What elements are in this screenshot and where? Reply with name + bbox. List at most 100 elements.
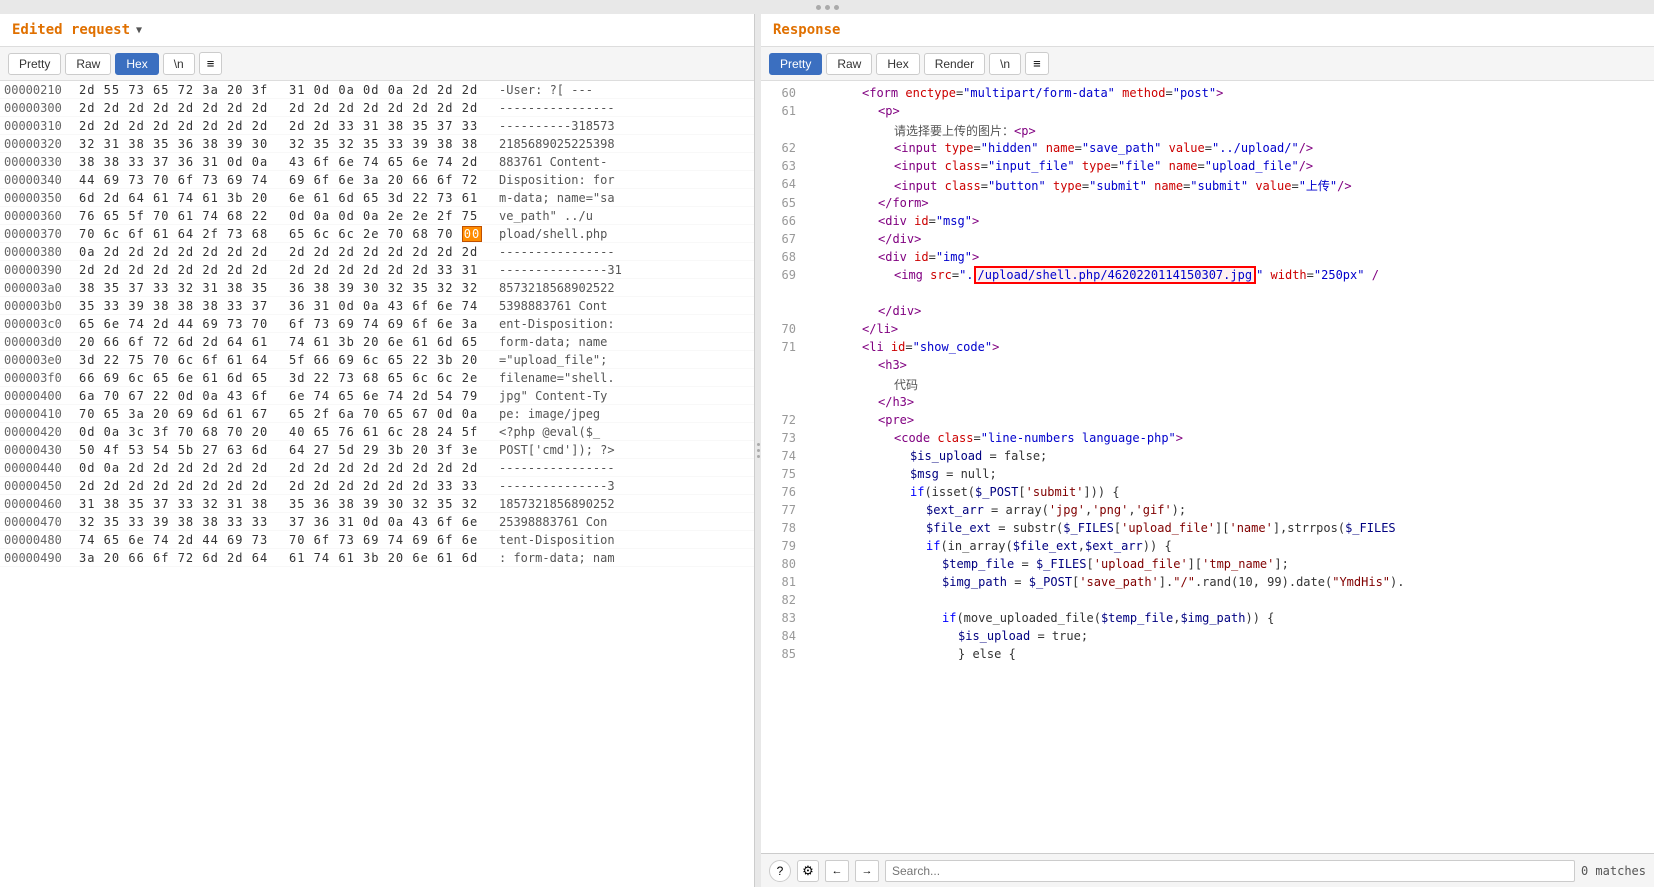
hex-text: pe: image/jpeg [499,407,750,421]
code-line: 60<form enctype="multipart/form-data" me… [761,85,1654,103]
line-content: <li id="show_code"> [806,340,1654,356]
hex-bytes-right: 6f 73 69 74 69 6f 6e 3a [289,317,499,331]
hex-bytes-left: 76 65 5f 70 61 74 68 22 [79,209,289,223]
code-line: 64<input class="button" type="submit" na… [761,176,1654,195]
search-input[interactable] [885,860,1575,882]
line-content: $file_ext = substr($_FILES['upload_file'… [806,521,1654,537]
line-content: $msg = null; [806,467,1654,483]
hex-bytes-right: 32 35 32 35 33 39 38 38 [289,137,499,151]
hex-addr: 00000330 [4,155,79,169]
hex-bytes-right: 2d 2d 2d 2d 2d 2d 33 31 [289,263,499,277]
hex-highlight-byte: 00 [462,226,482,242]
line-number: 76 [761,485,806,501]
hex-row: 0000047032 35 33 39 38 38 33 3337 36 31 … [0,513,754,531]
left-tab-hex[interactable]: Hex [115,53,158,75]
line-number: 78 [761,521,806,537]
line-number: 61 [761,104,806,120]
hex-bytes-right: 35 36 38 39 30 32 35 32 [289,497,499,511]
right-tab-hex[interactable]: Hex [876,53,919,75]
right-toolbar: Pretty Raw Hex Render \n ≡ [761,47,1654,81]
right-menu-btn[interactable]: ≡ [1025,52,1049,75]
code-line: 85} else { [761,646,1654,664]
hex-addr: 000003c0 [4,317,79,331]
left-toolbar: Pretty Raw Hex \n ≡ [0,47,754,81]
hex-addr: 00000400 [4,389,79,403]
hex-addr: 00000340 [4,173,79,187]
left-tab-raw[interactable]: Raw [65,53,111,75]
line-number [761,358,806,374]
hex-addr: 000003e0 [4,353,79,367]
main-container: Edited request ▼ Pretty Raw Hex \n ≡ 000… [0,14,1654,887]
right-tab-pretty[interactable]: Pretty [769,53,822,75]
hex-bytes-left: 70 65 3a 20 69 6d 61 67 [79,407,289,421]
line-content: <div id="img"> [806,250,1654,266]
hex-addr: 00000480 [4,533,79,547]
line-number: 81 [761,575,806,591]
line-number: 77 [761,503,806,519]
line-number: 84 [761,629,806,645]
hex-bytes-left: 66 69 6c 65 6e 61 6d 65 [79,371,289,385]
line-content: <code class="line-numbers language-php"> [806,431,1654,447]
left-menu-btn[interactable]: ≡ [199,52,223,75]
left-tab-newline[interactable]: \n [163,53,195,75]
line-content: <input class="button" type="submit" name… [806,177,1654,194]
line-number: 85 [761,647,806,663]
hex-bytes-left: 3a 20 66 6f 72 6d 2d 64 [79,551,289,565]
line-content: </li> [806,322,1654,338]
code-line: 73<code class="line-numbers language-php… [761,430,1654,448]
hex-text: ---------------- [499,101,750,115]
hex-addr: 00000460 [4,497,79,511]
hex-content[interactable]: 000002102d 55 73 65 72 3a 20 3f31 0d 0a … [0,81,754,887]
hex-row: 000004903a 20 66 6f 72 6d 2d 6461 74 61 … [0,549,754,567]
hex-addr: 00000450 [4,479,79,493]
hex-addr: 000003f0 [4,371,79,385]
line-number: 72 [761,413,806,429]
code-line: 65</form> [761,195,1654,213]
right-tab-newline[interactable]: \n [989,53,1021,75]
hex-row: 000003506d 2d 64 61 74 61 3b 206e 61 6d … [0,189,754,207]
hex-bytes-right: 2d 2d 33 31 38 35 37 33 [289,119,499,133]
line-content: <pre> [806,413,1654,429]
line-number: 79 [761,539,806,555]
prev-match-button[interactable]: ← [825,860,849,882]
panel-divider[interactable] [755,14,761,887]
hex-addr: 00000380 [4,245,79,259]
hex-row: 0000032032 31 38 35 36 38 39 3032 35 32 … [0,135,754,153]
line-content: <input type="hidden" name="save_path" va… [806,141,1654,157]
right-tab-render[interactable]: Render [924,53,985,75]
hex-bytes-left: 38 35 37 33 32 31 38 35 [79,281,289,295]
line-number: 66 [761,214,806,230]
code-line: </h3> [761,394,1654,412]
top-dots [816,5,839,10]
hex-row: 000004006a 70 67 22 0d 0a 43 6f6e 74 65 … [0,387,754,405]
hex-addr: 00000350 [4,191,79,205]
line-content: <input class="input_file" type="file" na… [806,159,1654,175]
response-content[interactable]: 60<form enctype="multipart/form-data" me… [761,81,1654,853]
code-line: 81$img_path = $_POST['save_path']."/".ra… [761,574,1654,592]
hex-bytes-right: 6e 61 6d 65 3d 22 73 61 [289,191,499,205]
hex-addr: 00000320 [4,137,79,151]
line-number: 60 [761,86,806,102]
line-content: if(isset($_POST['submit'])) { [806,485,1654,501]
hex-addr: 00000490 [4,551,79,565]
next-match-button[interactable]: → [855,860,879,882]
hex-bytes-right: 40 65 76 61 6c 28 24 5f [289,425,499,439]
line-content: if(move_uploaded_file($temp_file,$img_pa… [806,611,1654,627]
left-panel-dropdown-icon[interactable]: ▼ [136,25,142,36]
code-line: 78$file_ext = substr($_FILES['upload_fil… [761,520,1654,538]
right-tab-raw[interactable]: Raw [826,53,872,75]
hex-bytes-right: 37 36 31 0d 0a 43 6f 6e [289,515,499,529]
line-number: 74 [761,449,806,465]
hex-bytes-right: 5f 66 69 6c 65 22 3b 20 [289,353,499,367]
gear-button[interactable]: ⚙ [797,860,819,882]
help-button[interactable]: ? [769,860,791,882]
hex-text: <?php @eval($_ [499,425,750,439]
left-tab-pretty[interactable]: Pretty [8,53,61,75]
hex-bytes-right: 2d 2d 2d 2d 2d 2d 2d 2d [289,245,499,259]
hex-text: : form-data; nam [499,551,750,565]
hex-addr: 000003d0 [4,335,79,349]
hex-bytes-right: 2d 2d 2d 2d 2d 2d 2d 2d [289,461,499,475]
hex-bytes-right: 2d 2d 2d 2d 2d 2d 33 33 [289,479,499,493]
code-line: 72<pre> [761,412,1654,430]
bottom-bar: ? ⚙ ← → 0 matches [761,853,1654,887]
